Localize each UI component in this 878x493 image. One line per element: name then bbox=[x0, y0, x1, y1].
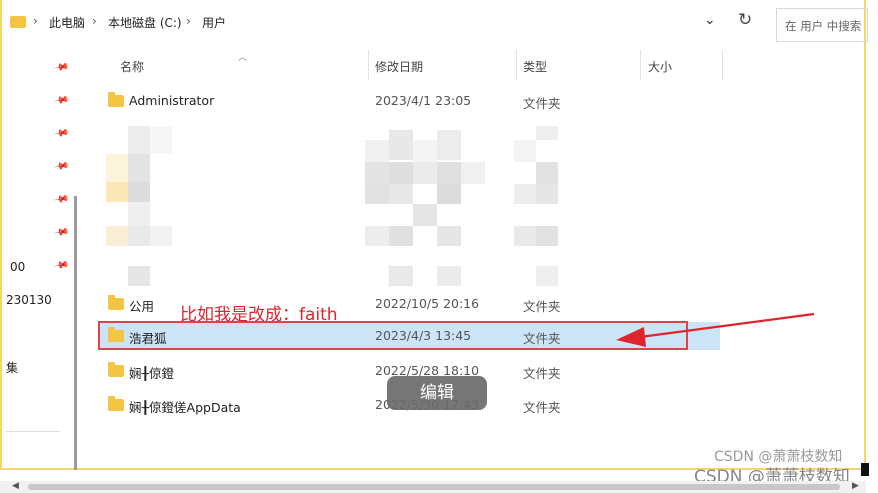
annotation-text: 比如我是改成：faith bbox=[180, 305, 338, 325]
file-name: Administrator bbox=[129, 93, 215, 108]
sort-up-icon: ︿ bbox=[238, 53, 248, 63]
breadcrumb-this-pc[interactable]: 此电脑 bbox=[49, 14, 85, 31]
refresh-icon[interactable]: ↻ bbox=[738, 10, 752, 30]
search-input[interactable]: 在 用户 中搜索 bbox=[776, 8, 868, 42]
address-bar[interactable]: › 此电脑 › 本地磁盘 (C:) › 用户 bbox=[0, 0, 770, 46]
nav-item[interactable]: 00 bbox=[10, 260, 25, 274]
file-type: 文件夹 bbox=[523, 366, 561, 381]
pin-icon[interactable]: 📌 bbox=[53, 158, 70, 174]
scroll-left-icon[interactable]: ◀ bbox=[12, 481, 19, 491]
horizontal-scrollbar[interactable]: ◀ ▶ bbox=[0, 481, 866, 493]
file-date: 2023/4/1 23:05 bbox=[375, 93, 472, 108]
column-divider[interactable] bbox=[368, 50, 369, 80]
divider bbox=[6, 431, 60, 432]
file-type: 文件夹 bbox=[523, 400, 561, 415]
folder-icon bbox=[10, 16, 26, 28]
search-placeholder: 在 用户 中搜索 bbox=[785, 19, 862, 33]
pin-icon[interactable]: 📌 bbox=[53, 257, 70, 273]
folder-icon bbox=[108, 92, 124, 107]
file-name: 娴╂倞鐙 bbox=[129, 366, 175, 381]
file-row[interactable]: Administrator 2023/4/1 23:05 文件夹 bbox=[98, 86, 688, 116]
file-name: 娴╂倞鐙傞AppData bbox=[129, 400, 241, 415]
folder-icon bbox=[108, 396, 124, 411]
pin-icon[interactable]: 📌 bbox=[53, 224, 70, 240]
column-divider[interactable] bbox=[722, 50, 723, 80]
breadcrumb-local-disk[interactable]: 本地磁盘 (C:) bbox=[108, 14, 182, 31]
column-divider[interactable] bbox=[516, 50, 517, 80]
file-name: 公用 bbox=[129, 299, 155, 314]
column-divider[interactable] bbox=[640, 50, 641, 80]
breadcrumb-separator: › bbox=[92, 14, 97, 28]
breadcrumb-separator: › bbox=[33, 14, 38, 28]
chevron-down-icon[interactable]: ⌄ bbox=[704, 12, 716, 28]
scroll-right-icon[interactable]: ▶ bbox=[852, 481, 859, 491]
folder-icon bbox=[108, 295, 124, 310]
breadcrumb-users[interactable]: 用户 bbox=[202, 14, 226, 31]
nav-item[interactable]: 230130 bbox=[6, 293, 52, 307]
cursor-block bbox=[861, 463, 869, 476]
folder-icon bbox=[108, 362, 124, 377]
pin-icon[interactable]: 📌 bbox=[53, 92, 70, 108]
file-date: 2022/10/5 20:16 bbox=[375, 296, 480, 311]
breadcrumb-separator: › bbox=[186, 14, 191, 28]
pin-icon[interactable]: 📌 bbox=[53, 59, 70, 75]
annotation-arrow bbox=[616, 312, 815, 347]
nav-scrollbar[interactable] bbox=[74, 196, 77, 470]
edit-tooltip: 编辑 bbox=[387, 376, 487, 410]
pin-icon[interactable]: 📌 bbox=[53, 191, 70, 207]
pin-icon[interactable]: 📌 bbox=[53, 125, 70, 141]
file-type: 文件夹 bbox=[523, 299, 561, 314]
file-type: 文件夹 bbox=[523, 96, 561, 111]
column-type[interactable]: 类型 bbox=[523, 58, 547, 75]
scroll-thumb[interactable] bbox=[28, 484, 840, 490]
column-date[interactable]: 修改日期 bbox=[375, 58, 423, 75]
navigation-pane: 📌 📌 📌 📌 📌 📌 📌 00 230130 集 bbox=[0, 46, 86, 470]
nav-item[interactable]: 集 bbox=[6, 359, 18, 376]
column-size[interactable]: 大小 bbox=[648, 58, 672, 75]
column-name[interactable]: 名称 bbox=[120, 58, 144, 75]
